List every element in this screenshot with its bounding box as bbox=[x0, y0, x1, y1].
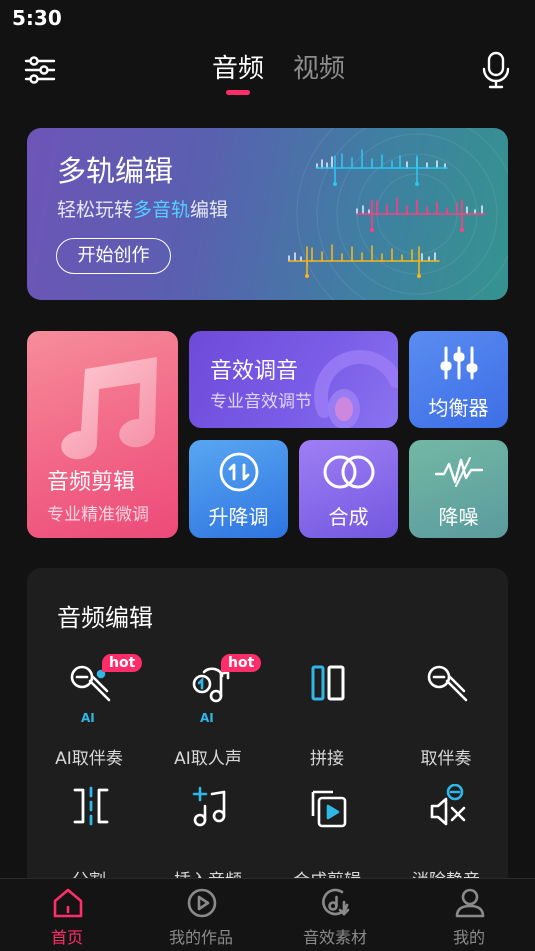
audio-edit-subtitle: 专业精准微调 bbox=[47, 505, 149, 525]
tool-label: 拼接 bbox=[310, 749, 344, 769]
audio-edit-card[interactable]: 音频剪辑 专业精准微调 bbox=[27, 331, 178, 538]
status-bar: 5:30 bbox=[0, 0, 535, 40]
audio-edit-title: 音频剪辑 bbox=[47, 470, 136, 495]
music-disc-icon bbox=[322, 888, 350, 916]
start-create-button[interactable]: 开始创作 bbox=[56, 238, 171, 274]
hot-badge: hot bbox=[102, 654, 143, 672]
mix-title: 合成 bbox=[328, 505, 369, 529]
sound-effect-title: 音效调音 bbox=[210, 359, 299, 384]
ai-tag: AI bbox=[200, 711, 214, 725]
tool-ai-vocal[interactable]: AI hot AI取人声 bbox=[148, 654, 268, 772]
equalizer-icon bbox=[440, 346, 478, 380]
insert-audio-icon bbox=[192, 786, 226, 827]
tool-label: AI取伴奏 bbox=[55, 749, 123, 769]
panel-title: 音频编辑 bbox=[57, 604, 153, 632]
user-icon bbox=[455, 888, 485, 918]
noise-reduction-title: 降噪 bbox=[438, 505, 479, 529]
tab-audio[interactable]: 音频 bbox=[212, 48, 264, 85]
noise-reduction-card[interactable]: 降噪 bbox=[409, 440, 508, 538]
mix-card[interactable]: 合成 bbox=[299, 440, 398, 538]
tab-video[interactable]: 视频 bbox=[293, 48, 345, 85]
play-circle-icon bbox=[187, 888, 217, 918]
nav-my-works[interactable]: 我的作品 bbox=[134, 879, 268, 951]
top-nav: 音频 视频 bbox=[0, 42, 535, 102]
pitch-updown-icon bbox=[219, 452, 259, 492]
nav-home[interactable]: 首页 bbox=[0, 879, 134, 951]
nav-sound-materials[interactable]: 音效素材 bbox=[268, 879, 402, 951]
banner-subtitle: 轻松玩转多音轨编辑 bbox=[57, 199, 229, 221]
remove-silence-icon bbox=[430, 784, 466, 826]
noise-wave-icon bbox=[434, 457, 484, 487]
nav-my-works-label: 我的作品 bbox=[168, 928, 233, 947]
equalizer-card[interactable]: 均衡器 bbox=[409, 331, 508, 428]
tool-ai-accompaniment[interactable]: AI hot AI取伴奏 bbox=[29, 654, 149, 772]
settings-sliders-icon[interactable] bbox=[22, 52, 58, 88]
pitch-title: 升降调 bbox=[208, 505, 269, 529]
tool-label: 取伴奏 bbox=[420, 749, 472, 769]
splice-icon bbox=[311, 665, 345, 701]
pitch-card[interactable]: 升降调 bbox=[189, 440, 288, 538]
nav-sound-materials-label: 音效素材 bbox=[302, 928, 367, 947]
merge-circles-icon bbox=[323, 455, 375, 489]
tool-label: AI取人声 bbox=[174, 749, 242, 769]
sound-effect-subtitle: 专业音效调节 bbox=[210, 392, 312, 412]
active-tab-indicator bbox=[226, 90, 250, 95]
status-time: 5:30 bbox=[12, 6, 62, 30]
banner-title: 多轨编辑 bbox=[57, 154, 174, 188]
split-icon bbox=[73, 786, 109, 826]
nav-profile[interactable]: 我的 bbox=[402, 879, 535, 951]
waveform-art bbox=[288, 128, 508, 300]
sound-effect-card[interactable]: 音效调音 专业音效调节 bbox=[189, 331, 398, 428]
tool-accompaniment[interactable]: 取伴奏 bbox=[386, 662, 506, 772]
mic-minus-icon bbox=[427, 665, 468, 702]
microphone-icon[interactable] bbox=[478, 50, 514, 90]
hot-badge: hot bbox=[221, 654, 262, 672]
home-icon bbox=[53, 888, 83, 918]
merge-clip-icon bbox=[311, 790, 347, 828]
headphones-icon bbox=[314, 350, 398, 428]
multitrack-banner[interactable]: 多轨编辑 轻松玩转多音轨编辑 开始创作 bbox=[27, 128, 508, 300]
tool-splice[interactable]: 拼接 bbox=[267, 662, 387, 772]
ai-tag: AI bbox=[81, 711, 95, 725]
nav-profile-label: 我的 bbox=[452, 928, 485, 947]
nav-home-label: 首页 bbox=[50, 928, 83, 947]
audio-edit-panel: 音频编辑 AI hot AI取伴奏 AI hot AI取人声 拼接 取伴奏 bbox=[27, 568, 508, 891]
equalizer-title: 均衡器 bbox=[428, 396, 489, 420]
music-note-icon bbox=[61, 357, 158, 460]
bottom-nav: 首页 我的作品 音效素材 我的 bbox=[0, 878, 535, 951]
